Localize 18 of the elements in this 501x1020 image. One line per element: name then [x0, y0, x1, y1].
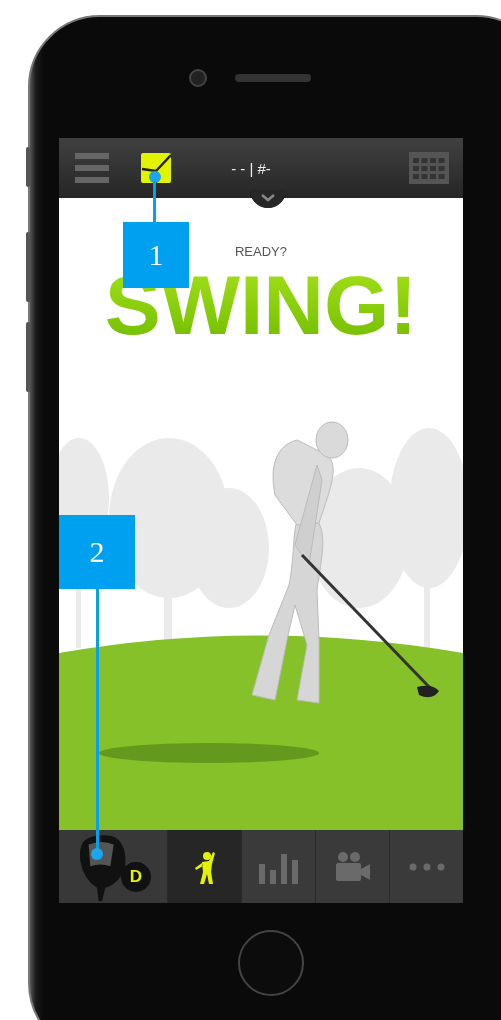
score-readout: - - | #- [230, 159, 272, 177]
golfer-icon [192, 849, 217, 884]
grid-icon[interactable] [409, 152, 449, 184]
club-badge: D [121, 862, 151, 892]
callout-label: 2 [59, 515, 135, 589]
callout-label: 1 [123, 222, 189, 288]
swing-tab[interactable] [167, 830, 241, 903]
more-tab[interactable] [389, 830, 463, 903]
driver-club-icon [77, 832, 127, 902]
front-camera [189, 68, 207, 87]
mode-square-icon[interactable] [141, 153, 171, 183]
ready-prompt: READY? [235, 244, 287, 259]
menu-icon[interactable] [75, 153, 109, 183]
club-selector[interactable]: D [59, 830, 167, 903]
video-tab[interactable] [315, 830, 389, 903]
video-camera-icon [335, 850, 370, 883]
more-icon [408, 862, 445, 871]
leader-line [153, 181, 156, 222]
